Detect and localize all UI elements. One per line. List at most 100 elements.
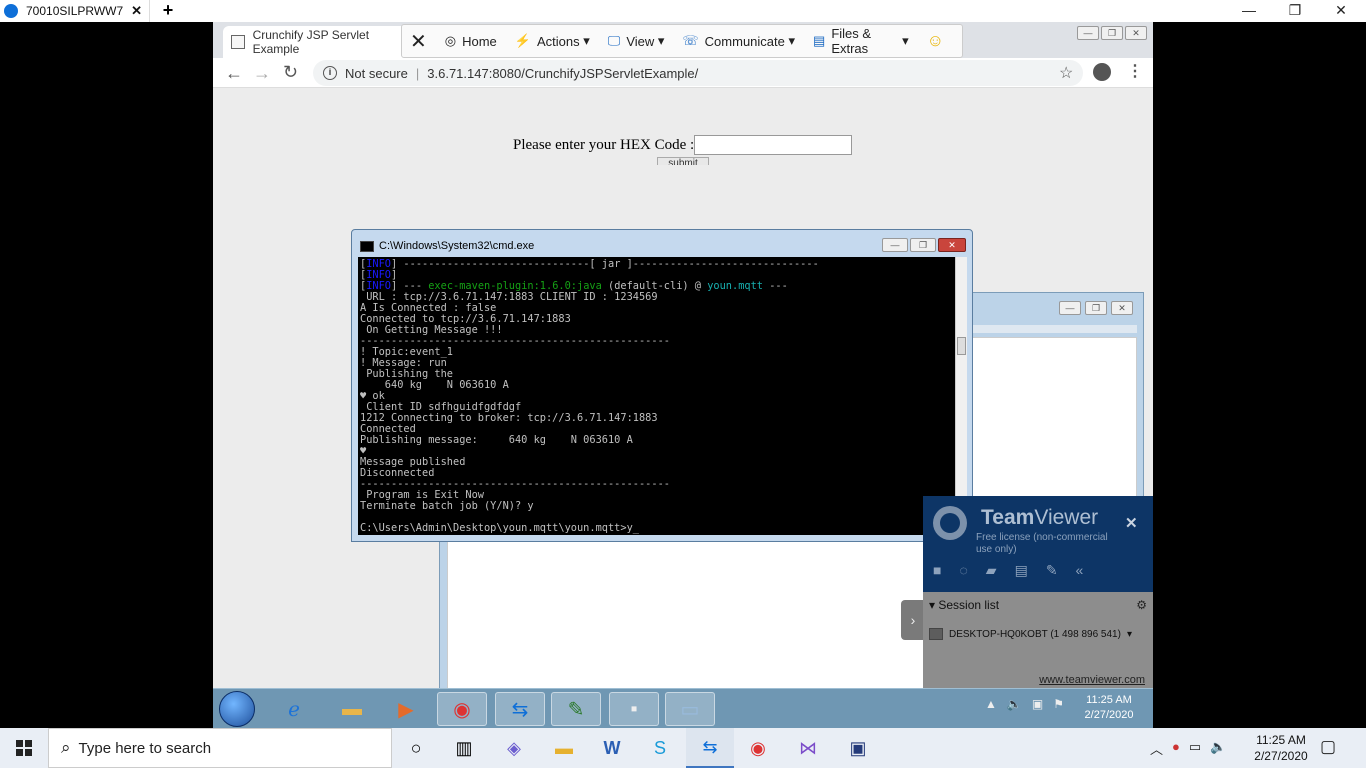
- teamviewer-app-icon[interactable]: ⇆: [495, 692, 545, 726]
- toolbar-close-icon[interactable]: ✕: [410, 29, 427, 54]
- headset-icon[interactable]: ◌: [959, 562, 967, 579]
- toolbar-home[interactable]: ◎ Home: [445, 33, 497, 49]
- info-icon[interactable]: i: [323, 66, 337, 80]
- show-hidden-icons-icon[interactable]: ︿: [1150, 739, 1163, 758]
- pen-icon[interactable]: ✎: [1046, 562, 1058, 579]
- page-favicon-icon: [231, 35, 245, 49]
- notepad-plus-icon[interactable]: ✎: [551, 692, 601, 726]
- task-view-icon[interactable]: ▥: [440, 728, 488, 768]
- file-explorer-icon[interactable]: ▬: [540, 728, 588, 768]
- outer-titlebar: 70010SILPRWW7 ✕ + — ❐ ✕: [0, 0, 1366, 22]
- cmd-close-button[interactable]: ✕: [938, 238, 966, 252]
- bg-close-button[interactable]: ✕: [1111, 301, 1133, 315]
- browser-tab-title: Crunchify JSP Servlet Example: [252, 28, 370, 56]
- cmd-scroll-thumb[interactable]: [957, 337, 966, 355]
- remote-minimize-button[interactable]: —: [1077, 26, 1099, 40]
- close-button[interactable]: ✕: [1318, 0, 1364, 22]
- session-item-label: DESKTOP-HQ0KOBT (1 498 896 541): [949, 628, 1121, 640]
- volume-muted-icon[interactable]: 🔈: [1007, 697, 1022, 711]
- reload-icon[interactable]: ↻: [283, 62, 298, 83]
- toolbar-communicate[interactable]: ☏ Communicate ▾: [682, 33, 795, 49]
- skype-icon[interactable]: S: [636, 728, 684, 768]
- layers-app-icon[interactable]: ◈: [490, 728, 538, 768]
- clock-time: 11:25 AM: [1256, 733, 1306, 747]
- teamviewer-taskbar-icon[interactable]: ⇆: [686, 728, 734, 768]
- forward-arrow-icon[interactable]: →: [253, 63, 271, 84]
- bookmark-star-icon[interactable]: ☆: [1059, 63, 1073, 83]
- media-player-icon[interactable]: ▶: [381, 692, 431, 726]
- remote-close-button[interactable]: ✕: [1125, 26, 1147, 40]
- logo-inner: [940, 513, 960, 533]
- back-arrow-icon[interactable]: ←: [225, 63, 243, 84]
- panel-close-icon[interactable]: ✕: [1125, 514, 1138, 532]
- volume-icon[interactable]: 🔈: [1210, 739, 1226, 758]
- teamviewer-toolbar: ✕ ◎ Home ⚡ Actions ▾ 🖵 View ▾ ☏ Communicate …: [401, 24, 963, 58]
- toolbar-files-extras[interactable]: ▤ Files & Extras ▾: [813, 26, 909, 56]
- bg-restore-button[interactable]: ❐: [1085, 301, 1107, 315]
- security-label: Not secure: [345, 65, 408, 81]
- folder-icon[interactable]: ▬: [327, 692, 377, 726]
- smiley-icon[interactable]: ☺: [927, 31, 944, 51]
- console-line: 1212 Connecting to broker: tcp://3.6.71.…: [360, 412, 658, 424]
- browser-tab-strip: Crunchify JSP Servlet Example ✕ ◎ Home ⚡ A…: [213, 22, 1153, 58]
- gear-icon[interactable]: ⚙: [1136, 598, 1147, 612]
- cmd-scrollbar[interactable]: [955, 257, 967, 535]
- teamviewer-logo-icon: [933, 506, 967, 540]
- profile-avatar-icon[interactable]: [1093, 63, 1111, 81]
- clipboard-icon[interactable]: ▤: [1015, 562, 1028, 579]
- search-placeholder: Type here to search: [78, 739, 212, 757]
- cortana-icon[interactable]: ○: [392, 728, 440, 768]
- console-line: Publishing message: 640 kg N 063610 A: [360, 434, 633, 446]
- show-hidden-icons-icon[interactable]: ▲: [985, 697, 997, 711]
- windows-start-icon[interactable]: [0, 728, 48, 768]
- ie-icon[interactable]: ℯ: [269, 692, 319, 726]
- cmd-console-output[interactable]: [INFO] ------------------------------[ j…: [358, 257, 955, 535]
- tab-close-icon[interactable]: ✕: [131, 3, 142, 19]
- hex-code-input[interactable]: [694, 135, 852, 155]
- chrome-taskbar-icon[interactable]: ◉: [734, 728, 782, 768]
- remote-system-tray: ▲ 🔈 ▣ ⚑: [985, 697, 1064, 711]
- chat-icon[interactable]: ▰: [986, 562, 997, 579]
- taskbar: ⌕ Type here to search ○ ▥ ◈ ▬ W S ⇆ ◉ ⋈ …: [0, 728, 1366, 768]
- toolbar-view[interactable]: 🖵 View ▾: [608, 33, 665, 49]
- cmd-maximize-button[interactable]: ❐: [910, 238, 936, 252]
- cmd-app-icon[interactable]: ▪: [609, 692, 659, 726]
- remote-desktop[interactable]: Crunchify JSP Servlet Example ✕ ◎ Home ⚡ A…: [213, 22, 1153, 728]
- remote-clock[interactable]: 11:25 AM 2/27/2020: [1079, 693, 1139, 723]
- taskbar-search-input[interactable]: ⌕ Type here to search: [48, 728, 392, 768]
- new-tab-button[interactable]: +: [158, 0, 178, 22]
- session-item[interactable]: DESKTOP-HQ0KOBT (1 498 896 541) ▾: [929, 628, 1132, 640]
- antivirus-icon[interactable]: ●: [1172, 739, 1180, 758]
- clock[interactable]: 11:25 AM 2/27/2020: [1248, 732, 1314, 764]
- url-input[interactable]: i Not secure | 3.6.71.147:8080/Crunchify…: [313, 60, 1083, 86]
- toolbar-actions[interactable]: ⚡ Actions ▾: [515, 33, 590, 49]
- minimize-button[interactable]: —: [1226, 0, 1272, 22]
- remote-restore-button[interactable]: ❐: [1101, 26, 1123, 40]
- remote-session-tab[interactable]: 70010SILPRWW7 ✕: [0, 0, 150, 22]
- word-icon[interactable]: W: [588, 728, 636, 768]
- submit-button[interactable]: submit: [657, 157, 709, 165]
- remote-session-tab-label: 70010SILPRWW7: [26, 4, 124, 18]
- action-center-icon[interactable]: ⚑: [1053, 697, 1064, 711]
- network-icon[interactable]: ▭: [1189, 739, 1201, 758]
- cmd-window[interactable]: C:\Windows\System32\cmd.exe — ❐ ✕ [INFO]…: [351, 229, 973, 542]
- cmd-title: C:\Windows\System32\cmd.exe: [360, 240, 534, 252]
- panel-collapse-chevron-icon[interactable]: ›: [901, 600, 925, 640]
- notepad-icon[interactable]: ▭: [665, 692, 715, 726]
- remote-start-button[interactable]: [219, 691, 255, 727]
- teamviewer-website-link[interactable]: www.teamviewer.com: [1039, 674, 1145, 686]
- terminal-app-icon[interactable]: ▣: [834, 728, 882, 768]
- video-icon[interactable]: ■: [933, 562, 941, 579]
- chrome-icon[interactable]: ◉: [437, 692, 487, 726]
- notifications-icon[interactable]: ▢: [1320, 737, 1336, 757]
- collapse-icon[interactable]: «: [1076, 562, 1084, 579]
- browser-tab[interactable]: Crunchify JSP Servlet Example: [223, 26, 413, 58]
- session-list-title[interactable]: ▾ Session list: [929, 598, 999, 612]
- restore-button[interactable]: ❐: [1272, 0, 1318, 22]
- network-icon[interactable]: ▣: [1032, 697, 1043, 711]
- bg-minimize-button[interactable]: —: [1059, 301, 1081, 315]
- session-dropdown-icon[interactable]: ▾: [1127, 629, 1132, 640]
- visual-studio-icon[interactable]: ⋈: [784, 728, 832, 768]
- cmd-minimize-button[interactable]: —: [882, 238, 908, 252]
- menu-kebab-icon[interactable]: ⋮: [1127, 61, 1143, 81]
